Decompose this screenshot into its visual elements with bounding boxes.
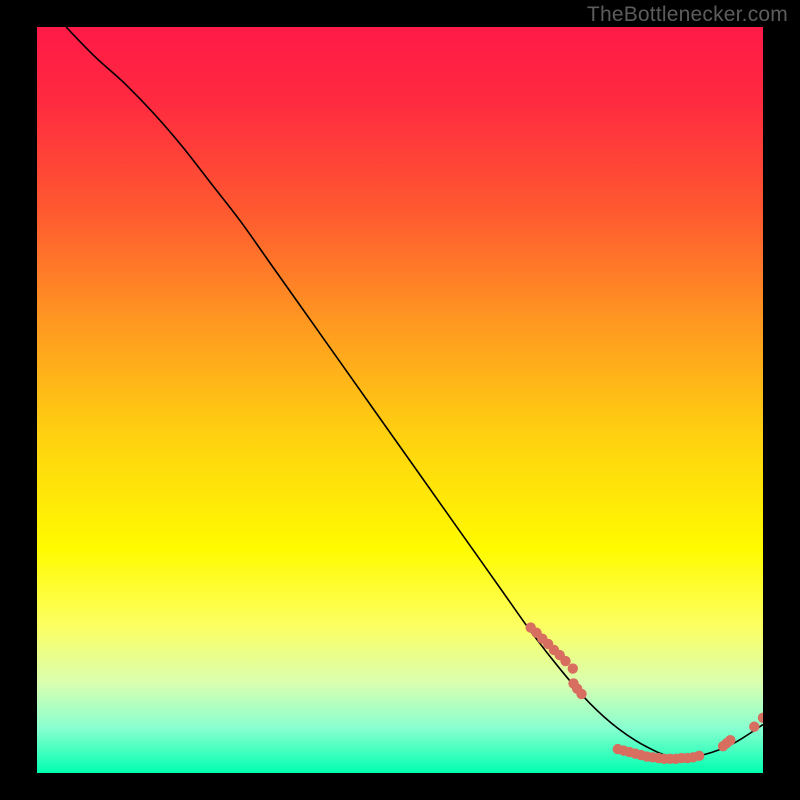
plot-area [37, 27, 763, 773]
watermark-text: TheBottlenecker.com [587, 3, 788, 27]
chart-svg [37, 27, 763, 773]
data-point [560, 656, 570, 666]
data-point [568, 663, 578, 673]
data-point [725, 735, 735, 745]
data-point [694, 751, 704, 761]
chart-stage: TheBottlenecker.com [0, 0, 800, 800]
data-point [749, 722, 759, 732]
gradient-background [37, 27, 763, 773]
data-point [576, 689, 586, 699]
